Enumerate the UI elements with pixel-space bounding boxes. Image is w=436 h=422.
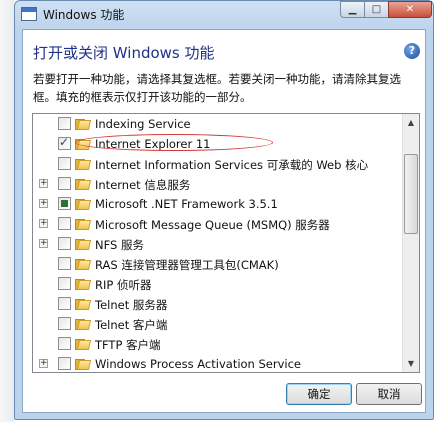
folder-icon [75, 117, 92, 130]
feature-checkbox[interactable] [58, 177, 71, 190]
feature-label: RAS 连接管理器管理工具包(CMAK) [95, 258, 279, 272]
expand-plus-icon[interactable]: + [39, 359, 48, 368]
feature-checkbox[interactable] [58, 135, 71, 150]
feature-label: Telnet 客户端 [95, 318, 168, 332]
page-title: 打开或关闭 Windows 功能 [33, 44, 215, 62]
feature-label: RIP 侦听器 [95, 278, 152, 292]
folder-icon [75, 237, 92, 250]
red-annotation-circle [75, 134, 273, 151]
folder-icon [75, 317, 92, 330]
vertical-scrollbar[interactable]: ▲ ▼ [402, 114, 419, 372]
feature-label: Microsoft Message Queue (MSMQ) 服务器 [95, 218, 330, 232]
feature-checkbox[interactable] [58, 237, 71, 250]
feature-label: TFTP 客户端 [95, 338, 161, 352]
feature-checkbox[interactable] [58, 357, 71, 370]
feature-checkbox[interactable] [58, 277, 71, 290]
feature-label: NFS 服务 [95, 238, 144, 252]
feature-checkbox[interactable] [58, 117, 71, 130]
scroll-thumb[interactable] [404, 154, 418, 234]
expand-plus-icon[interactable]: + [39, 179, 48, 188]
folder-icon [75, 177, 92, 190]
feature-row[interactable]: + Windows Process Activation Service [33, 354, 403, 372]
ok-button[interactable]: 确定 [286, 383, 352, 405]
cancel-button[interactable]: 取消 [356, 383, 422, 405]
expand-plus-icon[interactable]: + [39, 199, 48, 208]
folder-icon [75, 217, 92, 230]
folder-icon [75, 337, 92, 350]
title-bar[interactable]: Windows 功能 ▁ □ ✕ [15, 1, 433, 29]
folder-icon [75, 297, 92, 310]
help-icon[interactable]: ? [404, 43, 420, 59]
feature-checkbox[interactable] [58, 337, 71, 350]
feature-row[interactable]: Telnet 客户端 [33, 314, 403, 334]
maximize-button[interactable]: □ [364, 1, 389, 18]
feature-checkbox[interactable] [58, 257, 71, 270]
feature-label: Microsoft .NET Framework 3.5.1 [95, 197, 278, 211]
feature-checkbox[interactable] [58, 197, 71, 210]
feature-label: Telnet 服务器 [95, 298, 168, 312]
close-button[interactable]: ✕ [388, 1, 432, 18]
instructions-text: 若要打开一种功能，请选择其复选框。若要关闭一种功能，请清除其复选框。填充的框表示… [33, 72, 401, 104]
windows-features-dialog: Windows 功能 ▁ □ ✕ 打开或关闭 Windows 功能 ? 若要打开… [14, 0, 434, 420]
folder-icon [75, 157, 92, 170]
feature-row[interactable]: + NFS 服务 [33, 234, 403, 254]
feature-label: Windows Process Activation Service [95, 357, 302, 371]
dialog-client-area: 打开或关闭 Windows 功能 ? 若要打开一种功能，请选择其复选框。若要关闭… [22, 29, 426, 413]
feature-row[interactable]: Internet Information Services 可承载的 Web 核… [33, 154, 403, 174]
feature-checkbox[interactable] [58, 217, 71, 230]
feature-checkbox[interactable] [58, 297, 71, 310]
feature-label: Internet Information Services 可承载的 Web 核… [95, 158, 369, 172]
feature-row[interactable]: TFTP 客户端 [33, 334, 403, 354]
feature-tree-list[interactable]: + Windows Process Activation Service TFTP … [32, 113, 420, 373]
background-window-edge [0, 0, 14, 422]
expand-plus-icon[interactable]: + [39, 239, 48, 248]
folder-icon [75, 357, 92, 370]
window-title: Windows 功能 [43, 8, 125, 22]
folder-icon [75, 277, 92, 290]
feature-checkbox[interactable] [58, 157, 71, 170]
folder-icon [75, 257, 92, 270]
feature-row[interactable]: RAS 连接管理器管理工具包(CMAK) [33, 254, 403, 274]
feature-row[interactable]: + Microsoft Message Queue (MSMQ) 服务器 [33, 214, 403, 234]
feature-row[interactable]: RIP 侦听器 [33, 274, 403, 294]
scroll-up-icon[interactable]: ▲ [403, 114, 419, 131]
folder-icon [75, 197, 92, 210]
feature-row[interactable]: + Internet 信息服务 [33, 174, 403, 194]
feature-label: Internet 信息服务 [95, 178, 191, 192]
scroll-down-icon[interactable]: ▼ [403, 355, 419, 372]
feature-row[interactable]: Indexing Service [33, 114, 403, 134]
feature-row[interactable]: Telnet 服务器 [33, 294, 403, 314]
feature-checkbox[interactable] [58, 317, 71, 330]
minimize-button[interactable]: ▁ [340, 1, 365, 18]
expand-plus-icon[interactable]: + [39, 219, 48, 228]
feature-row[interactable]: + Microsoft .NET Framework 3.5.1 [33, 194, 403, 214]
window-app-icon [21, 7, 37, 21]
feature-label: Indexing Service [95, 117, 191, 131]
